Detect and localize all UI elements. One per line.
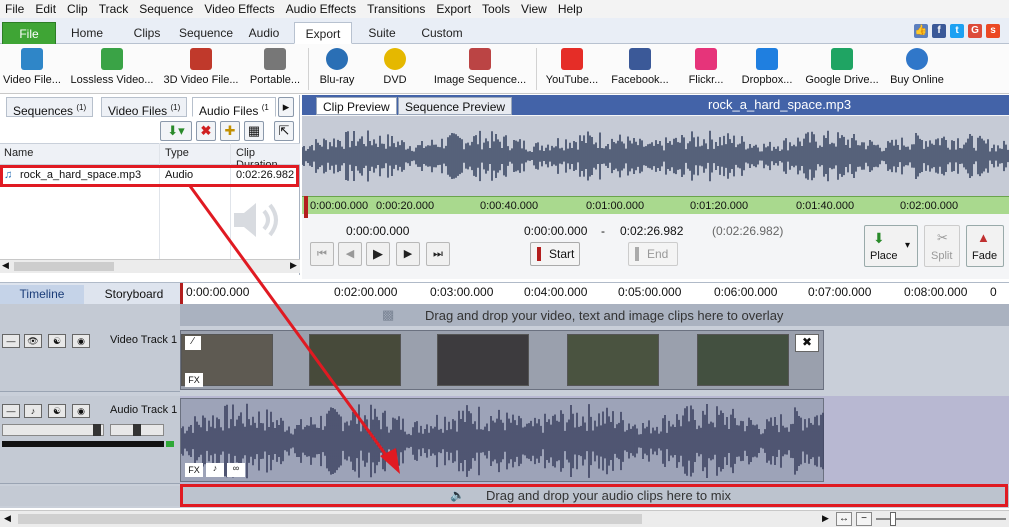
annotation-arrow	[188, 185, 400, 474]
